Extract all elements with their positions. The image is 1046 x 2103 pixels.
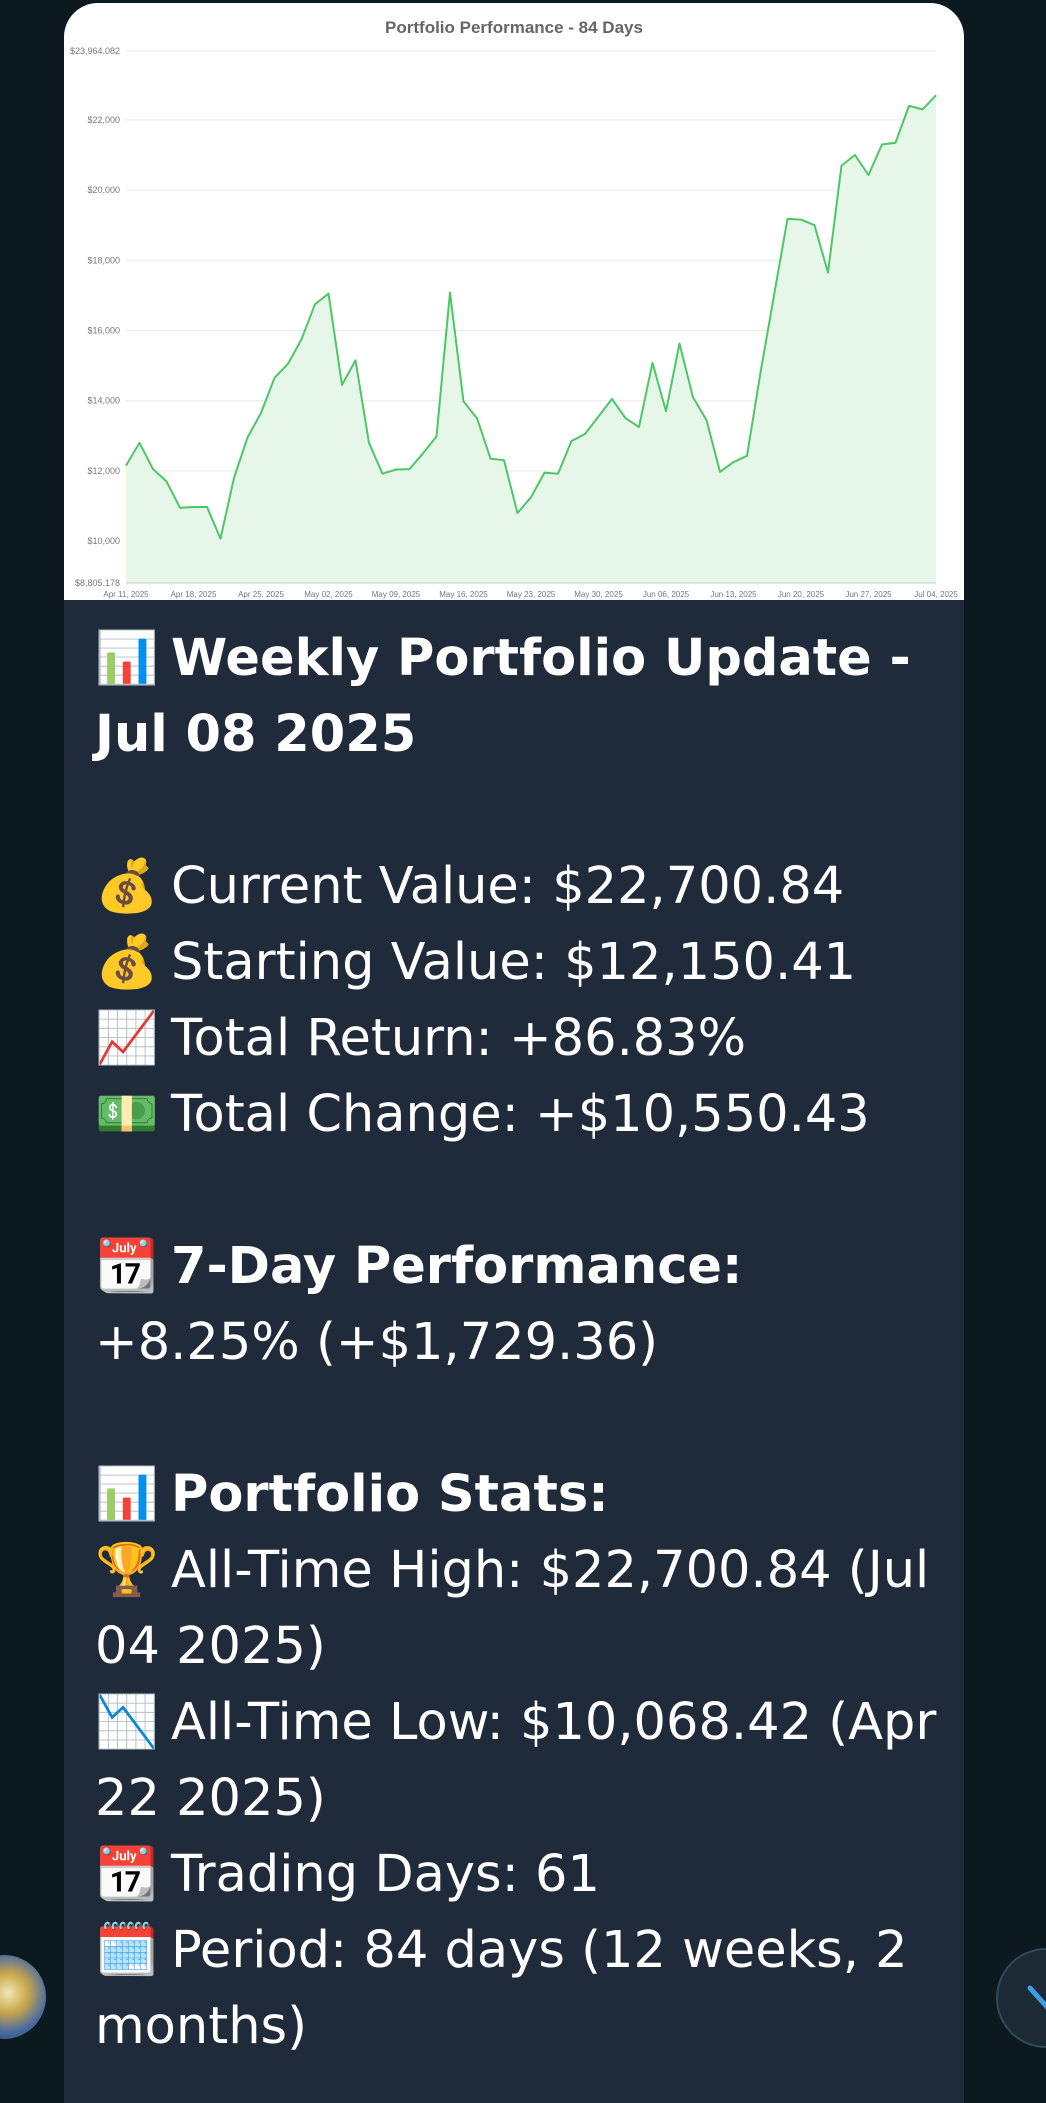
starting-value: 💰 Starting Value: $12,150.41 [95,925,945,1001]
calendar-icon: 📆 [95,1845,159,1904]
y-tick-label: $12,000 [87,466,120,476]
x-tick-label: Jun 06, 2025 [643,590,690,599]
x-tick-label: Jun 27, 2025 [845,590,892,599]
trophy-icon: 🏆 [95,1541,159,1600]
all-time-low: 📉 All-Time Low: $10,068.42 (Apr 22 2025) [95,1685,945,1837]
total-change: 💵 Total Change: +$10,550.43 [95,1077,945,1153]
portfolio-chart: Portfolio Performance - 84 Days $23,964.0… [70,18,958,599]
message-title: 📊 Weekly Portfolio Update - Jul 08 2025 [95,621,945,773]
money-bag-icon: 💰 [95,857,159,916]
x-tick-label: Apr 11, 2025 [103,590,149,599]
x-tick-label: May 02, 2025 [304,590,353,599]
period: 🗓️ Period: 84 days (12 weeks, 2 months) [95,1913,945,2065]
x-tick-label: May 30, 2025 [574,590,623,599]
area-fill [126,95,936,584]
x-tick-label: Apr 25, 2025 [238,590,284,599]
y-tick-label: $10,000 [87,536,120,546]
x-tick-label: Jun 20, 2025 [778,590,825,599]
x-tick-label: Jul 04, 2025 [914,590,958,599]
chart-decreasing-icon: 📉 [95,1693,159,1752]
total-return: 📈 Total Return: +86.83% [95,1001,945,1077]
chevron-down-icon [1027,1985,1046,2010]
bar-chart-icon: 📊 [95,1465,159,1524]
x-tick-label: May 23, 2025 [507,590,556,599]
y-tick-label: $18,000 [87,255,120,265]
portfolio-chart-image[interactable]: Portfolio Performance - 84 Days $23,964.0… [64,3,964,600]
stats-heading: 📊 Portfolio Stats: [95,1457,945,1533]
current-value: 💰 Current Value: $22,700.84 [95,849,945,925]
message-bubble: Portfolio Performance - 84 Days $23,964.0… [64,3,964,2103]
x-tick-label: May 16, 2025 [439,590,488,599]
trading-days: 📆 Trading Days: 61 [95,1837,945,1913]
y-tick-label: $8,805.178 [75,578,120,588]
scroll-down-button[interactable] [996,1948,1046,2048]
y-tick-label: $14,000 [87,396,120,406]
chart-title: Portfolio Performance - 84 Days [385,18,643,37]
y-tick-label: $22,000 [87,115,120,125]
y-tick-label: $23,964.082 [70,46,120,56]
calendar-icon: 📆 [95,1237,159,1296]
y-tick-label: $20,000 [87,185,120,195]
sender-avatar[interactable] [0,1955,46,2039]
message-text: 📊 Weekly Portfolio Update - Jul 08 2025 💰… [95,621,945,2065]
bar-chart-icon: 📊 [95,629,159,688]
dollar-banknote-icon: 💵 [95,1085,159,1144]
week-value: +8.25% (+$1,729.36) [95,1313,659,1372]
week-heading: 📆 7-Day Performance: [95,1229,945,1305]
spiral-calendar-icon: 🗓️ [95,1921,159,1980]
all-time-high: 🏆 All-Time High: $22,700.84 (Jul 04 2025) [95,1533,945,1685]
chart-increasing-icon: 📈 [95,1009,159,1068]
y-tick-label: $16,000 [87,325,120,335]
x-tick-label: Apr 18, 2025 [171,590,217,599]
x-tick-label: May 09, 2025 [372,590,421,599]
money-bag-icon: 💰 [95,933,159,992]
x-tick-label: Jun 13, 2025 [710,590,757,599]
